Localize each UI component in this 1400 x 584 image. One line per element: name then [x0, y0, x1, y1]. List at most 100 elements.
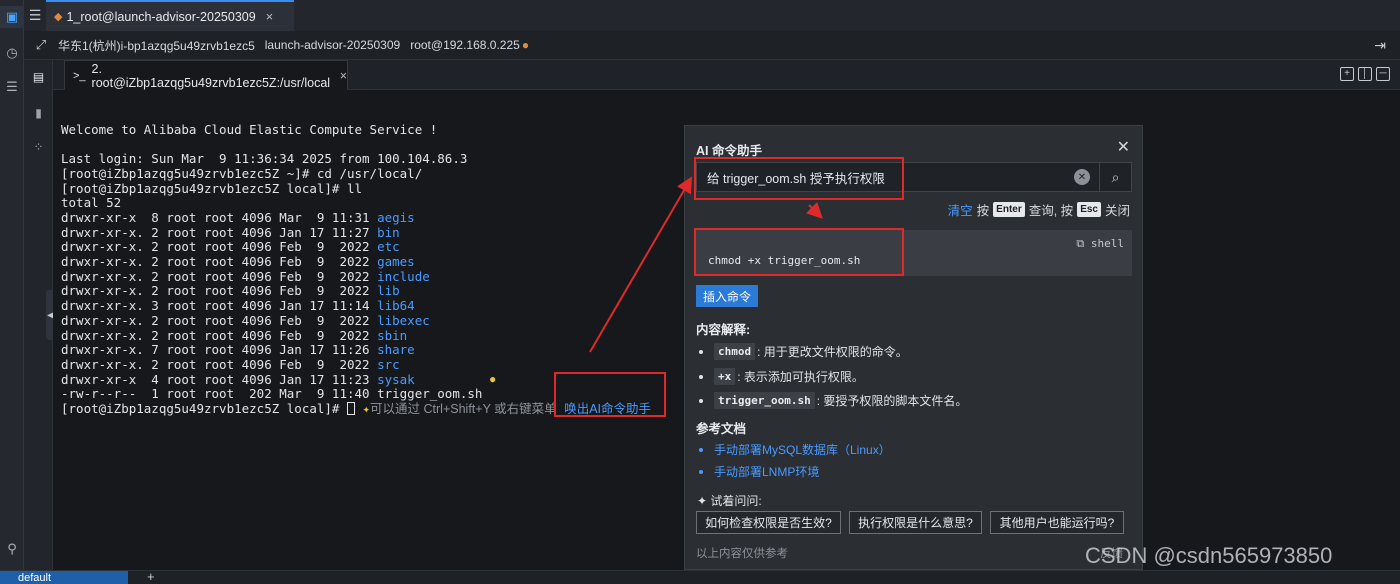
notification-icon[interactable]: ●	[522, 38, 529, 52]
layout-controls: + │ ─	[1340, 67, 1390, 81]
listing-row: drwxr-xr-x. 2 root root 4096 Feb 9 2022 …	[61, 312, 651, 329]
directory-name: aegis	[377, 209, 415, 225]
terminal-icon[interactable]: ▤	[24, 70, 53, 84]
session-tab-label: 2. root@iZbp1azqg5u49zrvb1ezc5Z:/usr/loc…	[91, 61, 331, 90]
hint-text: 查询, 按	[1028, 204, 1074, 218]
listing-row: drwxr-xr-x. 2 root root 4096 Feb 9 2022 …	[61, 239, 651, 255]
prompt-text: [root@iZbp1azqg5u49zrvb1ezc5Z local]#	[61, 401, 347, 417]
session-group-tab[interactable]: default	[0, 571, 128, 584]
search-icon[interactable]: ⌕	[1099, 163, 1131, 191]
listing-meta: drwxr-xr-x. 2 root root 4096 Feb 9 2022	[61, 268, 378, 284]
file-icon[interactable]: ▮	[24, 106, 53, 120]
session-tab-bar: >_ 2. root@iZbp1azqg5u49zrvb1ezc5Z:/usr/…	[53, 60, 1400, 90]
command-line: [root@iZbp1azqg5u49zrvb1ezc5Z local]# ll	[61, 180, 363, 196]
bullet-icon	[699, 349, 703, 354]
listing-row: drwxr-xr-x. 2 root root 4096 Feb 9 2022 …	[61, 268, 651, 285]
add-pane-icon[interactable]: +	[1340, 67, 1354, 81]
listing-meta: drwxr-xr-x. 2 root root 4096 Feb 9 2022	[61, 283, 378, 299]
user-host: root@192.168.0.225	[410, 38, 520, 52]
copy-icon[interactable]: ⧉	[1076, 237, 1084, 250]
close-icon[interactable]: ✕	[1117, 137, 1130, 157]
listing-row: drwxr-xr-x. 2 root root 4096 Jan 17 11:2…	[61, 224, 651, 241]
code-term: trigger_oom.sh	[714, 392, 815, 409]
listing-row: drwxr-xr-x. 2 root root 4096 Feb 9 2022 …	[61, 254, 651, 270]
apps-icon[interactable]: ⁘	[24, 140, 53, 154]
listing-meta: -rw-r--r-- 1 root root 202 Mar 9 11:40	[61, 386, 378, 402]
code-language[interactable]: ⧉ shell	[1076, 237, 1124, 251]
listing-row: drwxr-xr-x. 2 root root 4096 Feb 9 2022 …	[61, 284, 651, 299]
explain-item: chmod: 用于更改文件权限的命令。	[699, 343, 908, 360]
explain-title: 内容解释:	[696, 323, 751, 337]
total-line: total 52	[61, 195, 122, 211]
listing-meta: drwxr-xr-x. 2 root root 4096 Feb 9 2022	[61, 327, 378, 343]
listing-row: drwxr-xr-x. 2 root root 4096 Feb 9 2022 …	[61, 357, 651, 373]
hint-text: 关闭	[1104, 204, 1130, 218]
listing-meta: drwxr-xr-x 8 root root 4096 Mar 9 11:31	[61, 209, 378, 225]
ref-link[interactable]: 手动部署LNMP环境	[699, 463, 819, 480]
directory-name: sysak	[377, 371, 415, 387]
clear-link[interactable]: 清空	[948, 200, 973, 219]
bullet-icon	[699, 469, 703, 474]
clear-icon[interactable]: ✕	[1074, 169, 1090, 185]
ref-text[interactable]: 手动部署MySQL数据库（Linux）	[714, 441, 891, 458]
refs-title: 参考文档	[696, 422, 747, 436]
fullscreen-icon[interactable]: ⤢	[24, 37, 58, 53]
listing-row: drwxr-xr-x. 2 root root 4096 Feb 9 2022 …	[61, 327, 651, 344]
command-line: [root@iZbp1azqg5u49zrvb1ezc5Z ~]# cd /us…	[61, 165, 423, 181]
suggested-question[interactable]: 其他用户也能运行吗?	[990, 511, 1124, 534]
explain-text: : 要授予权限的脚本文件名。	[816, 394, 968, 408]
directory-name: libexec	[377, 312, 430, 328]
explain-text: : 表示添加可执行权限。	[737, 370, 864, 384]
split-vertical-icon[interactable]: │	[1358, 67, 1372, 81]
bullet-icon	[699, 447, 703, 452]
close-icon[interactable]: ×	[266, 9, 274, 24]
history-icon[interactable]: ◷	[0, 42, 24, 64]
watermark: CSDN @csdn565973850	[1085, 543, 1333, 568]
try-title-text: 试着问问:	[710, 494, 762, 508]
enter-key: Enter	[993, 202, 1025, 217]
annotation-box-query	[694, 157, 904, 200]
directory-name: share	[377, 342, 415, 358]
hint-text: 按	[976, 204, 990, 218]
server-list-icon[interactable]: ☰	[0, 76, 24, 98]
directory-name: bin	[377, 224, 400, 240]
ai-hint-text: 可以通过 Ctrl+Shift+Y 或右键菜单	[370, 402, 557, 417]
listing-meta: drwxr-xr-x. 2 root root 4096 Jan 17 11:2…	[61, 224, 378, 240]
welcome-line: Welcome to Alibaba Cloud Elastic Compute…	[61, 121, 438, 137]
directory-name: lib64	[377, 298, 415, 314]
ref-text[interactable]: 手动部署LNMP环境	[714, 463, 819, 480]
terminal-prompt-icon: >_	[73, 69, 86, 82]
add-session-icon[interactable]: +	[147, 569, 155, 584]
split-horizontal-icon[interactable]: ─	[1376, 67, 1390, 81]
logout-icon[interactable]: ⇥	[1374, 37, 1386, 54]
session-tab[interactable]: >_ 2. root@iZbp1azqg5u49zrvb1ezc5Z:/usr/…	[64, 60, 348, 90]
explain-text: : 用于更改文件权限的命令。	[757, 345, 908, 359]
listing-meta: drwxr-xr-x. 2 root root 4096 Feb 9 2022	[61, 254, 378, 270]
file-name: trigger_oom.sh	[377, 386, 483, 402]
listing-meta: drwxr-xr-x. 3 root root 4096 Jan 17 11:1…	[61, 298, 378, 314]
listing-meta: drwxr-xr-x. 2 root root 4096 Feb 9 2022	[61, 239, 378, 255]
try-title: ✦ 试着问问:	[697, 492, 762, 509]
listing-meta: drwxr-xr-x. 7 root root 4096 Jan 17 11:2…	[61, 342, 378, 358]
instance-name: launch-advisor-20250309	[264, 38, 401, 52]
sparkle-icon: ✦	[697, 494, 708, 508]
suggested-question[interactable]: 执行权限是什么意思?	[849, 511, 982, 534]
menu-icon[interactable]: ☰	[24, 0, 46, 31]
code-term: +x	[714, 368, 736, 385]
folder-icon[interactable]: ▣	[0, 6, 24, 28]
instance-icon: ◆	[54, 11, 63, 23]
listing-meta: drwxr-xr-x 4 root root 4096 Jan 17 11:23	[61, 371, 378, 387]
region-label: 华东1(杭州)i-bp1azqg5u49zrvb1ezc5	[58, 38, 255, 53]
insert-command-button[interactable]: 插入命令	[696, 285, 758, 307]
close-icon[interactable]: ×	[340, 69, 347, 83]
ref-link[interactable]: 手动部署MySQL数据库（Linux）	[699, 441, 891, 458]
suggested-question[interactable]: 如何检查权限是否生效?	[696, 511, 841, 534]
directory-name: games	[377, 254, 415, 270]
annotation-box-call-ai	[554, 372, 666, 417]
pin-icon[interactable]: ⚲	[0, 538, 24, 560]
cursor	[346, 402, 355, 416]
window-tab[interactable]: ◆ 1_root@launch-advisor-20250309 ×	[46, 0, 294, 31]
last-login-line: Last login: Sun Mar 9 11:36:34 2025 from…	[61, 151, 468, 167]
language-label: shell	[1090, 237, 1124, 250]
directory-name: include	[377, 268, 430, 284]
